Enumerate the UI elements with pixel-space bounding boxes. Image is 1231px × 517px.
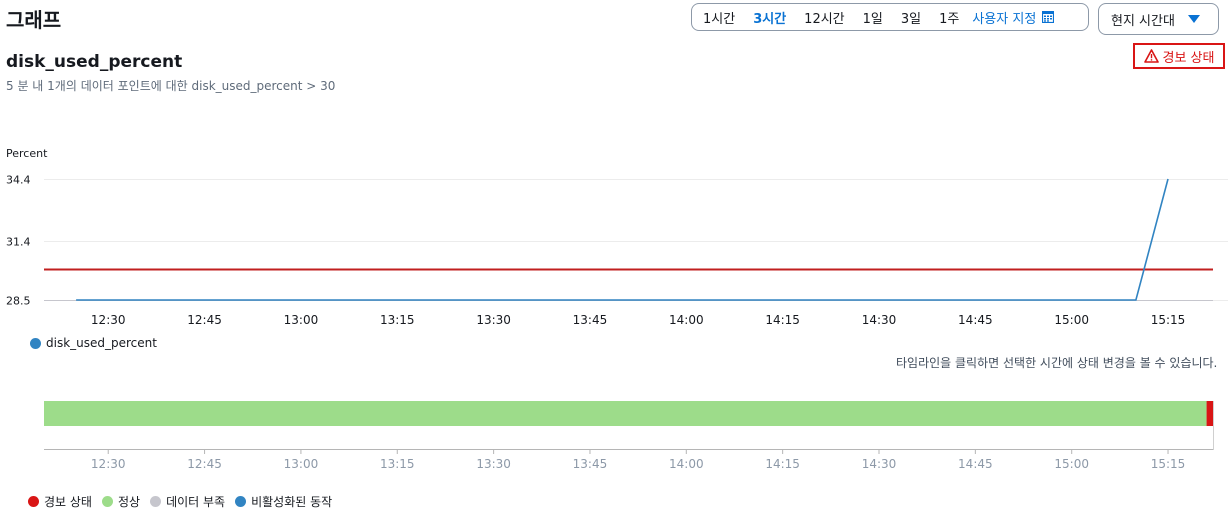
timeline-segment-alarm[interactable]	[1206, 401, 1213, 426]
line-chart: Percent 28.5 31.4 34.4 12:30 12:45 13:00 13:1…	[6, 147, 1228, 471]
timeline-tick-label: 15:15	[1151, 457, 1186, 471]
timeline-tick-label: 14:45	[958, 457, 993, 471]
status-swatch-disabled	[235, 496, 247, 507]
y-axis-label: Percent	[6, 147, 48, 160]
timeline-segment-ok[interactable]	[44, 401, 1207, 426]
x-tick-label: 13:15	[380, 313, 415, 327]
x-tick-label: 12:30	[91, 313, 126, 327]
series-line-disk_used_percent[interactable]	[76, 178, 1169, 301]
status-legend: 경보 상태 정상 데이터 부족 비활성화된 동작	[28, 493, 342, 510]
timeline-tick-label: 13:30	[476, 457, 511, 471]
x-tick-label: 14:30	[862, 313, 897, 327]
timeline-tick-label: 13:45	[573, 457, 608, 471]
status-swatch-alarm	[28, 496, 39, 507]
x-tick-label: 14:45	[958, 313, 993, 327]
x-tick-label: 13:00	[284, 313, 319, 327]
x-tick-label: 13:30	[476, 313, 511, 327]
status-legend-label: 경보 상태	[44, 495, 92, 509]
status-legend-label: 정상	[117, 495, 141, 509]
status-swatch-insufficient	[150, 496, 162, 507]
timeline-tick-label: 14:00	[669, 457, 704, 471]
timeline-tick-label: 14:30	[862, 457, 897, 471]
y-tick-label: 34.4	[6, 174, 31, 187]
timeline-note: 타임라인을 클릭하면 선택한 시간에 상태 변경을 볼 수 있습니다.	[896, 356, 1218, 370]
status-legend-item: 데이터 부족	[150, 493, 225, 510]
timeline-tick-label: 12:45	[187, 457, 222, 471]
timeline-tick-label: 13:00	[284, 457, 319, 471]
status-legend-label: 데이터 부족	[166, 495, 226, 509]
timeline-tick-label: 13:15	[380, 457, 415, 471]
chart-legend: disk_used_percent	[30, 336, 157, 350]
x-tick-label: 14:15	[765, 313, 800, 327]
timeline-tick-label: 14:15	[765, 457, 800, 471]
timeline-tick-label: 15:00	[1054, 457, 1089, 471]
x-tick-label: 15:00	[1054, 313, 1089, 327]
y-tick-label: 28.5	[6, 295, 31, 308]
status-legend-item: 비활성화된 동작	[235, 493, 332, 510]
legend-series-label: disk_used_percent	[46, 336, 157, 350]
timeline-tick-label: 12:30	[91, 457, 126, 471]
series-swatch	[30, 337, 41, 349]
status-timeline[interactable]	[44, 401, 1213, 426]
x-tick-label: 12:45	[187, 313, 222, 327]
y-tick-label: 31.4	[6, 236, 31, 249]
status-legend-item: 경보 상태	[28, 493, 92, 510]
x-tick-label: 13:45	[573, 313, 608, 327]
status-legend-label: 비활성화된 동작	[251, 495, 333, 509]
x-tick-label: 15:15	[1151, 313, 1186, 327]
status-legend-item: 정상	[101, 493, 141, 510]
status-swatch-ok	[101, 496, 113, 507]
x-tick-label: 14:00	[669, 313, 704, 327]
